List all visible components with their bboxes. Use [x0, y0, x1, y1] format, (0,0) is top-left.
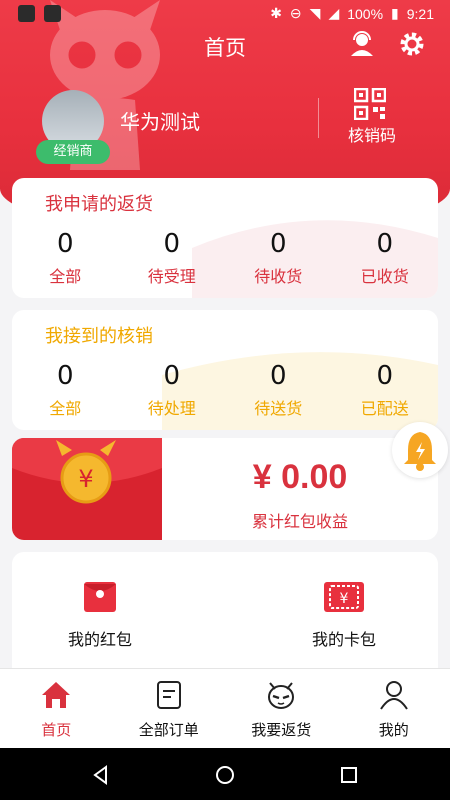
returns-stats: 0 全部 0 待受理 0 待收货 0 已收货: [12, 228, 438, 287]
signal-icon: ◢: [328, 5, 340, 21]
app-notification-icon: [44, 5, 61, 22]
tab-label: 全部订单: [138, 721, 199, 739]
red-envelope-illustration: ¥: [12, 438, 162, 540]
notification-icon: [18, 5, 35, 22]
stat-count: 0: [56, 361, 74, 391]
tab-orders[interactable]: 全部订单: [113, 669, 226, 748]
returns-card: 我申请的返货 0 全部 0 待受理 0 待收货 0 已收货: [12, 178, 438, 298]
svg-text:¥: ¥: [340, 591, 349, 607]
mascot-face-icon: [268, 682, 295, 709]
wifi-icon: ◥: [309, 5, 321, 21]
verify-stat-pending[interactable]: 0 待处理: [119, 360, 226, 419]
returns-card-title: 我申请的返货: [45, 194, 153, 215]
notification-bell-button[interactable]: [392, 422, 448, 478]
tab-home[interactable]: 首页: [0, 669, 113, 748]
card-wallet-icon: ¥: [324, 582, 364, 612]
my-red-packets-label: 我的红包: [67, 630, 132, 649]
stat-count: 0: [163, 229, 181, 259]
settings-gear-icon[interactable]: [398, 30, 426, 58]
stat-label: 已配送: [360, 399, 409, 418]
returns-stat-pending-accept[interactable]: 0 待受理: [119, 228, 226, 287]
back-icon[interactable]: [90, 764, 112, 786]
bell-icon: [404, 432, 436, 471]
stat-label: 全部: [49, 399, 82, 418]
verification-card-title: 我接到的核销: [45, 326, 153, 347]
verify-stat-all[interactable]: 0 全部: [12, 360, 119, 419]
stat-label: 待收货: [254, 267, 303, 286]
stat-count: 0: [376, 361, 394, 391]
bluetooth-icon: ✱: [270, 5, 282, 21]
battery-percent: 100%: [347, 5, 384, 22]
stat-label: 待处理: [147, 399, 196, 418]
returns-stat-all[interactable]: 0 全部: [12, 228, 119, 287]
verify-code-label[interactable]: 核销码: [336, 122, 408, 146]
tab-me[interactable]: 我的: [338, 669, 450, 748]
home-circle-icon[interactable]: [214, 764, 236, 786]
my-red-packets-button[interactable]: 我的红包: [30, 580, 170, 650]
battery-icon: ▮: [391, 5, 399, 21]
my-card-wallet-label: 我的卡包: [311, 630, 376, 649]
stat-count: 0: [163, 361, 181, 391]
customer-service-icon[interactable]: [348, 30, 376, 58]
red-packet-label: 累计红包收益: [251, 512, 348, 531]
qr-code-icon[interactable]: [354, 88, 386, 120]
stat-label: 已收货: [360, 267, 409, 286]
recents-icon[interactable]: [338, 764, 360, 786]
status-bar: ✱ ⊖ ◥ ◢ 100% ▮ 9:21: [0, 0, 450, 28]
returns-stat-pending-receive[interactable]: 0 待收货: [225, 228, 332, 287]
clock: 9:21: [406, 5, 434, 22]
app-screen: ✱ ⊖ ◥ ◢ 100% ▮ 9:21 首页 经销商 华为测试 核销码 我申请的: [0, 0, 450, 748]
coin-symbol: ¥: [78, 465, 93, 493]
tab-label: 我要返货: [251, 721, 312, 739]
wallet-card: 我的红包 ¥ 我的卡包: [12, 552, 438, 682]
stat-count: 0: [376, 229, 394, 259]
tab-return-goods[interactable]: 我要返货: [225, 669, 338, 748]
role-badge: 经销商: [36, 140, 110, 164]
user-icon: [379, 681, 408, 710]
verify-stat-delivered[interactable]: 0 已配送: [332, 360, 439, 419]
verify-stat-to-deliver[interactable]: 0 待送货: [225, 360, 332, 419]
verification-stats: 0 全部 0 待处理 0 待送货 0 已配送: [12, 360, 438, 419]
page-title: 首页: [204, 36, 246, 60]
stat-count: 0: [56, 229, 74, 259]
header-divider: [318, 98, 319, 138]
user-name: 华为测试: [120, 110, 200, 134]
system-navigation-bar: [0, 748, 450, 800]
returns-stat-received[interactable]: 0 已收货: [332, 228, 439, 287]
dnd-icon: ⊖: [289, 5, 302, 21]
stat-label: 待送货: [254, 399, 303, 418]
verification-card: 我接到的核销 0 全部 0 待处理 0 待送货 0 已配送: [12, 310, 438, 430]
stat-label: 待受理: [147, 267, 196, 286]
tab-label: 我的: [378, 721, 409, 739]
red-packet-card[interactable]: ¥ ¥ 0.00 累计红包收益: [12, 438, 438, 540]
orders-icon: [156, 681, 181, 709]
tab-label: 首页: [41, 721, 72, 739]
bottom-tab-bar: 首页 全部订单 我要返货 我的: [0, 668, 450, 748]
stat-count: 0: [269, 361, 287, 391]
stat-label: 全部: [49, 267, 82, 286]
red-envelope-icon: [84, 582, 116, 612]
stat-count: 0: [269, 229, 287, 259]
my-card-wallet-button[interactable]: ¥ 我的卡包: [274, 580, 414, 650]
home-icon: [42, 682, 71, 708]
